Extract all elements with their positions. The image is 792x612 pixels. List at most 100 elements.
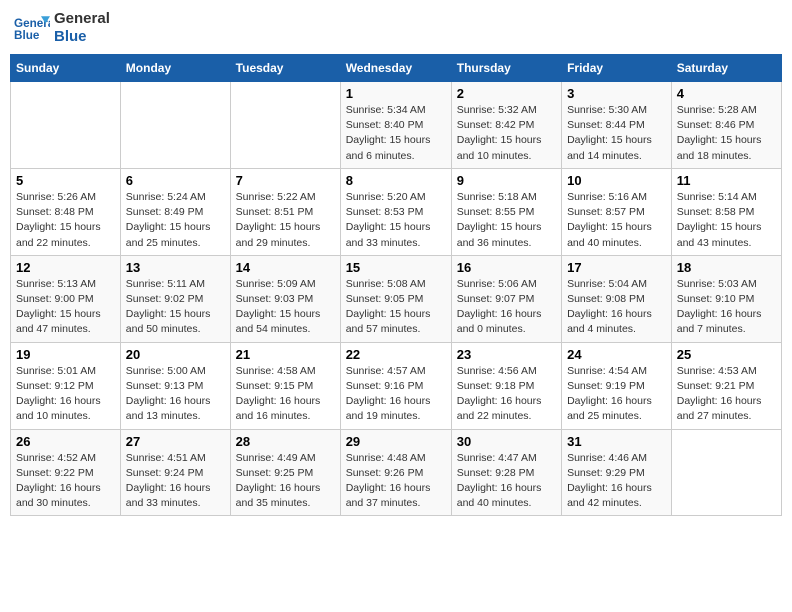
day-number: 2 [457,86,556,101]
day-info: Sunrise: 4:47 AM Sunset: 9:28 PM Dayligh… [457,451,556,512]
day-number: 23 [457,347,556,362]
day-cell: 16 Sunrise: 5:06 AM Sunset: 9:07 PM Dayli… [451,255,561,342]
day-cell [120,82,230,169]
day-info: Sunrise: 5:09 AM Sunset: 9:03 PM Dayligh… [236,277,335,338]
logo-text: GeneralBlue [54,10,110,46]
day-number: 1 [346,86,446,101]
day-info: Sunrise: 5:06 AM Sunset: 9:07 PM Dayligh… [457,277,556,338]
day-info: Sunrise: 5:30 AM Sunset: 8:44 PM Dayligh… [567,103,666,164]
day-cell: 3 Sunrise: 5:30 AM Sunset: 8:44 PM Daylig… [562,82,672,169]
day-info: Sunrise: 4:56 AM Sunset: 9:18 PM Dayligh… [457,364,556,425]
day-number: 4 [677,86,776,101]
day-info: Sunrise: 5:03 AM Sunset: 9:10 PM Dayligh… [677,277,776,338]
day-info: Sunrise: 5:32 AM Sunset: 8:42 PM Dayligh… [457,103,556,164]
col-header-saturday: Saturday [671,55,781,82]
day-number: 11 [677,173,776,188]
day-cell: 21 Sunrise: 4:58 AM Sunset: 9:15 PM Dayli… [230,342,340,429]
day-cell: 5Sunrise: 5:26 AM Sunset: 8:48 PM Daylig… [11,168,121,255]
day-info: Sunrise: 5:20 AM Sunset: 8:53 PM Dayligh… [346,190,446,251]
day-info: Sunrise: 4:54 AM Sunset: 9:19 PM Dayligh… [567,364,666,425]
day-number: 21 [236,347,335,362]
day-cell: 2 Sunrise: 5:32 AM Sunset: 8:42 PM Daylig… [451,82,561,169]
day-info: Sunrise: 4:53 AM Sunset: 9:21 PM Dayligh… [677,364,776,425]
day-number: 28 [236,434,335,449]
page-header: General Blue GeneralBlue [10,10,782,46]
day-info: Sunrise: 4:57 AM Sunset: 9:16 PM Dayligh… [346,364,446,425]
day-info: Sunrise: 5:00 AM Sunset: 9:13 PM Dayligh… [126,364,225,425]
day-number: 5 [16,173,115,188]
day-cell: 15Sunrise: 5:08 AM Sunset: 9:05 PM Dayli… [340,255,451,342]
day-cell: 9 Sunrise: 5:18 AM Sunset: 8:55 PM Daylig… [451,168,561,255]
day-cell: 28 Sunrise: 4:49 AM Sunset: 9:25 PM Dayli… [230,429,340,516]
day-info: Sunrise: 5:24 AM Sunset: 8:49 PM Dayligh… [126,190,225,251]
day-cell: 23 Sunrise: 4:56 AM Sunset: 9:18 PM Dayli… [451,342,561,429]
col-header-thursday: Thursday [451,55,561,82]
calendar-table: SundayMondayTuesdayWednesdayThursdayFrid… [10,54,782,516]
day-number: 13 [126,260,225,275]
day-number: 19 [16,347,115,362]
col-header-friday: Friday [562,55,672,82]
day-info: Sunrise: 4:52 AM Sunset: 9:22 PM Dayligh… [16,451,115,512]
logo-icon: General Blue [14,14,50,42]
day-cell [230,82,340,169]
day-number: 10 [567,173,666,188]
day-number: 24 [567,347,666,362]
day-info: Sunrise: 4:51 AM Sunset: 9:24 PM Dayligh… [126,451,225,512]
day-cell: 11 Sunrise: 5:14 AM Sunset: 8:58 PM Dayli… [671,168,781,255]
day-cell: 19 Sunrise: 5:01 AM Sunset: 9:12 PM Dayli… [11,342,121,429]
day-info: Sunrise: 5:14 AM Sunset: 8:58 PM Dayligh… [677,190,776,251]
day-cell [11,82,121,169]
day-number: 3 [567,86,666,101]
day-number: 6 [126,173,225,188]
day-cell: 27 Sunrise: 4:51 AM Sunset: 9:24 PM Dayli… [120,429,230,516]
day-cell: 20 Sunrise: 5:00 AM Sunset: 9:13 PM Dayli… [120,342,230,429]
day-info: Sunrise: 5:11 AM Sunset: 9:02 PM Dayligh… [126,277,225,338]
day-cell: 17Sunrise: 5:04 AM Sunset: 9:08 PM Dayli… [562,255,672,342]
day-info: Sunrise: 4:48 AM Sunset: 9:26 PM Dayligh… [346,451,446,512]
day-number: 14 [236,260,335,275]
day-number: 26 [16,434,115,449]
day-cell: 12Sunrise: 5:13 AM Sunset: 9:00 PM Dayli… [11,255,121,342]
day-cell: 26 Sunrise: 4:52 AM Sunset: 9:22 PM Dayli… [11,429,121,516]
day-cell [671,429,781,516]
week-row-2: 5Sunrise: 5:26 AM Sunset: 8:48 PM Daylig… [11,168,782,255]
day-info: Sunrise: 5:18 AM Sunset: 8:55 PM Dayligh… [457,190,556,251]
day-cell: 13 Sunrise: 5:11 AM Sunset: 9:02 PM Dayli… [120,255,230,342]
day-info: Sunrise: 4:46 AM Sunset: 9:29 PM Dayligh… [567,451,666,512]
day-number: 16 [457,260,556,275]
day-info: Sunrise: 5:04 AM Sunset: 9:08 PM Dayligh… [567,277,666,338]
day-number: 8 [346,173,446,188]
day-number: 25 [677,347,776,362]
day-cell: 4Sunrise: 5:28 AM Sunset: 8:46 PM Daylig… [671,82,781,169]
day-cell: 22 Sunrise: 4:57 AM Sunset: 9:16 PM Dayli… [340,342,451,429]
week-row-4: 19 Sunrise: 5:01 AM Sunset: 9:12 PM Dayli… [11,342,782,429]
day-number: 27 [126,434,225,449]
day-number: 22 [346,347,446,362]
header-row: SundayMondayTuesdayWednesdayThursdayFrid… [11,55,782,82]
day-cell: 18 Sunrise: 5:03 AM Sunset: 9:10 PM Dayli… [671,255,781,342]
logo: General Blue GeneralBlue [14,10,110,46]
day-cell: 1 Sunrise: 5:34 AM Sunset: 8:40 PM Daylig… [340,82,451,169]
col-header-sunday: Sunday [11,55,121,82]
day-number: 29 [346,434,446,449]
day-cell: 25 Sunrise: 4:53 AM Sunset: 9:21 PM Dayli… [671,342,781,429]
day-cell: 8 Sunrise: 5:20 AM Sunset: 8:53 PM Daylig… [340,168,451,255]
day-number: 20 [126,347,225,362]
col-header-tuesday: Tuesday [230,55,340,82]
day-number: 7 [236,173,335,188]
day-number: 9 [457,173,556,188]
svg-text:Blue: Blue [14,29,40,42]
day-cell: 10 Sunrise: 5:16 AM Sunset: 8:57 PM Dayli… [562,168,672,255]
day-number: 30 [457,434,556,449]
day-info: Sunrise: 5:13 AM Sunset: 9:00 PM Dayligh… [16,277,115,338]
day-number: 18 [677,260,776,275]
day-info: Sunrise: 5:34 AM Sunset: 8:40 PM Dayligh… [346,103,446,164]
col-header-monday: Monday [120,55,230,82]
day-number: 31 [567,434,666,449]
col-header-wednesday: Wednesday [340,55,451,82]
day-info: Sunrise: 5:16 AM Sunset: 8:57 PM Dayligh… [567,190,666,251]
day-info: Sunrise: 4:58 AM Sunset: 9:15 PM Dayligh… [236,364,335,425]
week-row-5: 26 Sunrise: 4:52 AM Sunset: 9:22 PM Dayli… [11,429,782,516]
day-info: Sunrise: 5:01 AM Sunset: 9:12 PM Dayligh… [16,364,115,425]
day-info: Sunrise: 4:49 AM Sunset: 9:25 PM Dayligh… [236,451,335,512]
